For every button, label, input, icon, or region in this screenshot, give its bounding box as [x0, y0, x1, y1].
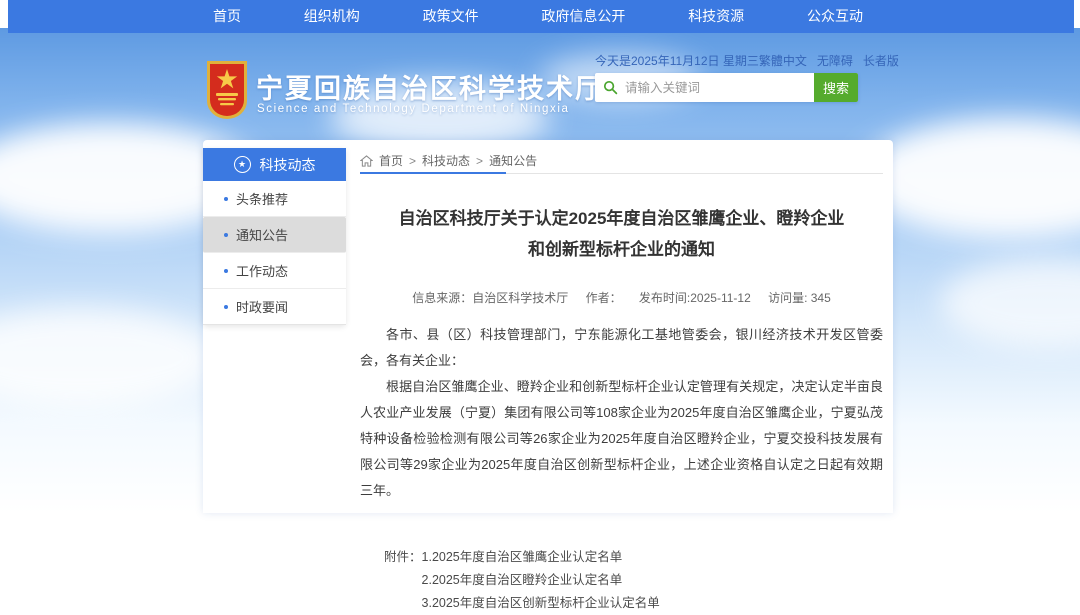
bullet-dot-icon	[224, 197, 228, 201]
article-title-line1: 自治区科技厅关于认定2025年度自治区雏鹰企业、瞪羚企业	[360, 204, 883, 235]
bullet-dot-icon	[224, 269, 228, 273]
top-navigation-bar: 首页 组织机构 政策文件 政府信息公开 科技资源 公众互动	[8, 0, 1074, 33]
attachments-label: 附件：	[384, 546, 422, 615]
sidebar-item-label: 通知公告	[236, 225, 288, 244]
sidebar-header: ★ 科技动态	[203, 148, 346, 181]
article-title-line2: 和创新型标杆企业的通知	[360, 235, 883, 266]
article-paragraph: 各市、县（区）科技管理部门，宁东能源化工基地管委会，银川经济技术开发区管委会，各…	[360, 322, 883, 374]
nav-item-resources[interactable]: 科技资源	[678, 0, 754, 33]
breadcrumb-home[interactable]: 首页	[379, 152, 403, 169]
breadcrumb: 首页 > 科技动态 > 通知公告	[360, 148, 883, 174]
sidebar-item-headlines[interactable]: 头条推荐	[203, 181, 346, 217]
main-content: 首页 > 科技动态 > 通知公告 自治区科技厅关于认定2025年度自治区雏鹰企业…	[360, 148, 883, 615]
cloud-decoration	[940, 258, 1080, 348]
breadcrumb-tech-news[interactable]: 科技动态	[422, 152, 470, 169]
site-header: 宁夏回族自治区科学技术厅 Science and Technology Depa…	[0, 33, 1080, 140]
search-input[interactable]	[625, 73, 814, 102]
current-date-text: 今天是2025年11月12日 星期三	[595, 52, 759, 69]
sidebar-title: 科技动态	[260, 155, 316, 175]
attachment-link-3[interactable]: 3.2025年度自治区创新型标杆企业认定名单	[422, 592, 660, 615]
breadcrumb-separator: >	[476, 154, 483, 168]
sidebar: ★ 科技动态 头条推荐 通知公告 工作动态 时政要闻	[203, 148, 346, 325]
search-icon	[595, 73, 625, 102]
home-icon	[360, 155, 373, 167]
search-bar: 搜索	[595, 73, 858, 102]
star-circle-icon: ★	[234, 156, 251, 173]
national-emblem-logo	[204, 59, 250, 121]
meta-views: 访问量: 345	[768, 291, 831, 305]
meta-source: 信息来源：自治区科学技术厅	[412, 291, 568, 305]
article-meta: 信息来源：自治区科学技术厅 作者： 发布时间:2025-11-12 访问量: 3…	[360, 289, 883, 306]
site-subtitle: Science and Technology Department of Nin…	[257, 103, 569, 115]
attachment-link-2[interactable]: 2.2025年度自治区瞪羚企业认定名单	[422, 569, 660, 592]
search-button[interactable]: 搜索	[814, 73, 858, 102]
site-title: 宁夏回族自治区科学技术厅	[256, 67, 604, 106]
bullet-dot-icon	[224, 305, 228, 309]
bullet-dot-icon	[224, 233, 228, 237]
nav-item-home[interactable]: 首页	[203, 0, 251, 33]
nav-item-organization[interactable]: 组织机构	[294, 0, 370, 33]
sidebar-item-politics-news[interactable]: 时政要闻	[203, 289, 346, 325]
article-title: 自治区科技厅关于认定2025年度自治区雏鹰企业、瞪羚企业 和创新型标杆企业的通知	[360, 204, 883, 265]
content-panel: ★ 科技动态 头条推荐 通知公告 工作动态 时政要闻 首页 > 科技动态	[203, 140, 893, 513]
nav-item-interaction[interactable]: 公众互动	[797, 0, 873, 33]
breadcrumb-current: 通知公告	[489, 152, 537, 169]
link-accessibility[interactable]: 无障碍	[817, 52, 853, 69]
article-body: 各市、县（区）科技管理部门，宁东能源化工基地管委会，银川经济技术开发区管委会，各…	[360, 322, 883, 504]
attachments-block: 附件： 1.2025年度自治区雏鹰企业认定名单 2.2025年度自治区瞪羚企业认…	[384, 546, 883, 615]
nav-item-policy[interactable]: 政策文件	[413, 0, 489, 33]
sidebar-item-label: 时政要闻	[236, 297, 288, 316]
sidebar-item-work-news[interactable]: 工作动态	[203, 253, 346, 289]
meta-author: 作者：	[586, 291, 622, 305]
sidebar-item-label: 头条推荐	[236, 189, 288, 208]
sidebar-item-notices[interactable]: 通知公告	[203, 217, 346, 253]
meta-publish-time: 发布时间:2025-11-12	[639, 291, 751, 305]
cloud-decoration	[0, 308, 220, 408]
sidebar-item-label: 工作动态	[236, 261, 288, 280]
breadcrumb-separator: >	[409, 154, 416, 168]
attachment-link-1[interactable]: 1.2025年度自治区雏鹰企业认定名单	[422, 546, 660, 569]
link-traditional-chinese[interactable]: 繁體中文	[759, 52, 807, 69]
link-elder-version[interactable]: 长者版	[863, 52, 899, 69]
article-paragraph: 根据自治区雏鹰企业、瞪羚企业和创新型标杆企业认定管理有关规定，决定认定半亩良人农…	[360, 374, 883, 504]
nav-item-gov-info[interactable]: 政府信息公开	[531, 0, 635, 33]
